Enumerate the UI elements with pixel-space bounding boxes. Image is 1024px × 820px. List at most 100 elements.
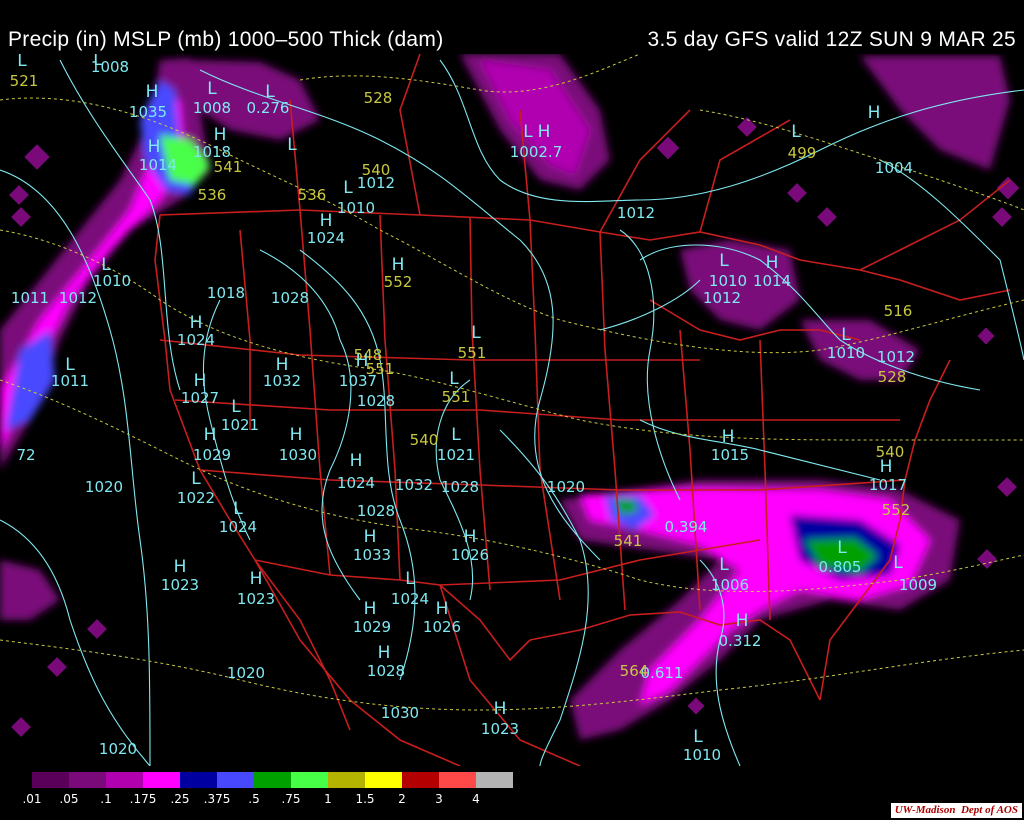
high-pressure-marker: H — [290, 425, 303, 445]
high-pressure-marker: H — [250, 569, 263, 589]
isobar-label: 1008 — [193, 99, 231, 117]
isobar-label: 1026 — [423, 618, 461, 636]
low-pressure-marker: L — [265, 82, 275, 102]
low-pressure-marker: L — [693, 727, 703, 747]
thickness-label: 536 — [298, 186, 327, 204]
isobar-label: 1010 — [337, 199, 375, 217]
isobar-label: 0.805 — [819, 558, 862, 576]
high-pressure-marker: H — [494, 699, 507, 719]
isobar-label: 1028 — [357, 502, 395, 520]
high-pressure-marker: H — [766, 253, 779, 273]
isobar-label: 1009 — [899, 576, 937, 594]
isobar-label: 1021 — [221, 416, 259, 434]
low-pressure-marker: L — [93, 54, 103, 70]
low-pressure-marker: L — [191, 469, 201, 489]
isobar-label: 1020 — [547, 478, 585, 496]
isobar-label: 1014 — [753, 272, 791, 290]
valid-time-title: 3.5 day GFS valid 12Z SUN 9 MAR 25 — [647, 28, 1016, 51]
low-pressure-marker: L — [207, 79, 217, 99]
map-header: Precip (in) MSLP (mb) 1000–500 Thick (da… — [0, 0, 1024, 54]
isobar-label: 1024 — [177, 331, 215, 349]
high-pressure-marker: H — [276, 355, 289, 375]
colorbar-swatch — [32, 772, 69, 788]
isobar-label: 1028 — [357, 392, 395, 410]
colorbar-swatch — [365, 772, 402, 788]
thickness-label: 551 — [442, 388, 471, 406]
high-pressure-marker: H — [722, 427, 735, 447]
isobar-label: 1012 — [703, 289, 741, 307]
isobar-label: 1010 — [709, 272, 747, 290]
precip-arctic — [860, 56, 1010, 170]
high-pressure-marker: H — [174, 557, 187, 577]
colorbar-label: 1.5 — [355, 792, 375, 806]
credit-org: UW-Madison — [894, 804, 956, 816]
credit-dept: Dept of AOS — [960, 804, 1018, 816]
thickness-label: 536 — [198, 186, 227, 204]
low-pressure-marker: L — [231, 397, 241, 417]
isobar-label: 1006 — [711, 576, 749, 594]
high-pressure-marker: H — [538, 122, 551, 142]
isobar-label: 1012 — [617, 204, 655, 222]
weather-map: 10081035 1008 0.27610181014101210101024100… — [0, 54, 1024, 766]
low-pressure-marker: L — [719, 555, 729, 575]
colorbar-swatch — [254, 772, 291, 788]
high-pressure-marker: H — [320, 211, 333, 231]
thickness-label: 540 — [362, 161, 391, 179]
colorbar-swatch — [291, 772, 328, 788]
high-pressure-marker: H — [146, 82, 159, 102]
isobar-label: 1020 — [85, 478, 123, 496]
isobar-label: 1014 — [139, 156, 177, 174]
high-pressure-marker: H — [214, 125, 227, 145]
isobar-label: 1026 — [451, 546, 489, 564]
isobar-label: 1024 — [307, 229, 345, 247]
isobar-label: 1024 — [391, 590, 429, 608]
thickness-label: 521 — [10, 72, 39, 90]
colorbar-label: .05 — [59, 792, 79, 806]
isobar-label: 1030 — [279, 446, 317, 464]
isobar-label: 1024 — [219, 518, 257, 536]
low-pressure-marker: L — [405, 569, 415, 589]
colorbar-label: .5 — [248, 792, 260, 806]
isobar-label: 1023 — [161, 576, 199, 594]
colorbar-swatch — [106, 772, 143, 788]
thickness-label: 541 — [614, 532, 643, 550]
colorbar-label: 2 — [398, 792, 406, 806]
high-pressure-marker: H — [356, 351, 369, 371]
high-pressure-marker: H — [204, 425, 217, 445]
high-pressure-marker: H — [364, 599, 377, 619]
isobar-label: 1028 — [367, 662, 405, 680]
state-line-2 — [299, 209, 331, 576]
isobar-label: 1028 — [271, 289, 309, 307]
state-line-1 — [239, 229, 251, 430]
isobar-label: 1012 — [59, 289, 97, 307]
colorbar-label: .75 — [281, 792, 301, 806]
low-pressure-marker: L — [17, 54, 27, 71]
isobar-label: 1015 — [711, 446, 749, 464]
precip-colorbar — [32, 772, 513, 788]
high-pressure-marker: H — [736, 611, 749, 631]
low-pressure-marker: L — [233, 499, 243, 519]
colorbar-label: .375 — [203, 792, 231, 806]
colorbar-label: .175 — [129, 792, 157, 806]
isobar-label: 1029 — [193, 446, 231, 464]
isobar-label: 1018 — [207, 284, 245, 302]
low-pressure-marker: L — [101, 255, 111, 275]
thickness-label: 499 — [788, 144, 817, 162]
high-pressure-marker: H — [868, 103, 881, 123]
credit-badge: UW-Madison Dept of AOS — [890, 803, 1022, 818]
low-pressure-marker: L — [343, 178, 353, 198]
low-pressure-marker: L — [449, 369, 459, 389]
thickness-label: 540 — [410, 431, 439, 449]
low-pressure-marker: L — [451, 425, 461, 445]
parallel-1 — [159, 339, 700, 361]
thickness-label: 552 — [384, 273, 413, 291]
thickness-label: 551 — [458, 344, 487, 362]
isobar-label: 72 — [16, 446, 35, 464]
isobar-label: 1020 — [99, 740, 137, 758]
isobar-label: 1030 — [381, 704, 419, 722]
colorbar-swatch — [180, 772, 217, 788]
low-pressure-marker: L — [841, 325, 851, 345]
colorbar-label: .1 — [100, 792, 112, 806]
isobar-label: 1023 — [481, 720, 519, 738]
high-pressure-marker: H — [880, 457, 893, 477]
